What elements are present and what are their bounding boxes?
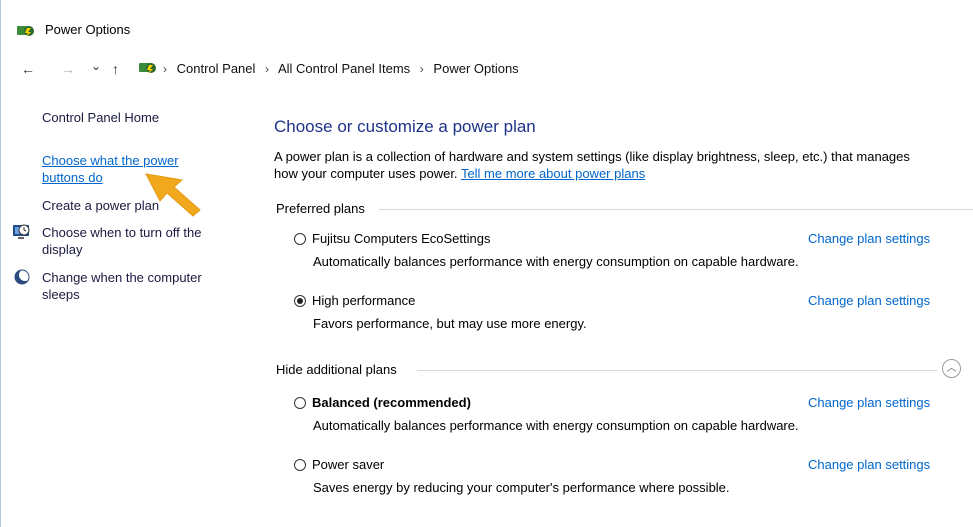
tell-me-more-link[interactable]: Tell me more about power plans xyxy=(461,166,645,181)
change-plan-settings-link[interactable]: Change plan settings xyxy=(808,293,930,308)
breadcrumb-power-options[interactable]: Power Options xyxy=(433,61,518,76)
plan-radio-balanced[interactable] xyxy=(294,397,306,409)
plan-description: Automatically balances performance with … xyxy=(313,254,799,269)
control-panel-icon xyxy=(139,63,156,74)
back-button[interactable]: ← xyxy=(21,61,35,77)
plan-description: Saves energy by reducing your computer's… xyxy=(313,480,730,495)
breadcrumb-separator: › xyxy=(163,62,167,76)
breadcrumb: › Control Panel › All Control Panel Item… xyxy=(163,61,519,76)
change-plan-settings-link[interactable]: Change plan settings xyxy=(808,395,930,410)
power-options-icon xyxy=(17,26,34,37)
breadcrumb-control-panel[interactable]: Control Panel xyxy=(177,61,256,76)
sidebar-item-label: Choose what the power xyxy=(42,153,179,168)
group-divider xyxy=(417,370,937,371)
collapse-button[interactable]: ︿ xyxy=(942,359,961,378)
plan-radio-high-performance[interactable] xyxy=(294,295,306,307)
sidebar-item-label: buttons do xyxy=(42,170,103,185)
title-bar: Power Options xyxy=(0,0,973,52)
main-content: Choose or customize a power plan A power… xyxy=(252,86,973,527)
breadcrumb-separator[interactable]: › xyxy=(420,62,424,76)
group-divider xyxy=(379,209,973,210)
intro-line: A power plan is a collection of hardware… xyxy=(274,149,910,164)
breadcrumb-all-items[interactable]: All Control Panel Items xyxy=(278,61,410,76)
plan-name[interactable]: Balanced (recommended) xyxy=(312,395,471,410)
forward-button[interactable]: → xyxy=(61,61,75,77)
plan-name[interactable]: Power saver xyxy=(312,457,384,472)
plan-radio-power-saver[interactable] xyxy=(294,459,306,471)
moon-icon xyxy=(14,269,31,285)
plan-name[interactable]: High performance xyxy=(312,293,415,308)
change-plan-settings-link[interactable]: Change plan settings xyxy=(808,457,930,472)
intro-line: how your computer uses power. xyxy=(274,166,458,181)
plan-description: Automatically balances performance with … xyxy=(313,418,799,433)
sidebar-item-label: sleeps xyxy=(42,287,80,302)
sidebar-item-label: display xyxy=(42,242,83,257)
preferred-plans-label: Preferred plans xyxy=(276,201,365,216)
sidebar-item-label: Change when the computer xyxy=(42,270,202,285)
sidebar: Control Panel Home Choose what the power… xyxy=(0,86,253,527)
plan-name[interactable]: Fujitsu Computers EcoSettings xyxy=(312,231,490,246)
intro-text: A power plan is a collection of hardware… xyxy=(274,148,973,182)
monitor-clock-icon xyxy=(13,224,30,239)
sidebar-item-sleep[interactable]: Change when the computer sleeps xyxy=(42,269,202,303)
change-plan-settings-link[interactable]: Change plan settings xyxy=(808,231,930,246)
plan-description: Favors performance, but may use more ene… xyxy=(313,316,587,331)
sidebar-item-label: Choose when to turn off the xyxy=(42,225,202,240)
recent-locations-dropdown[interactable]: ⌄ xyxy=(91,58,101,74)
breadcrumb-separator[interactable]: › xyxy=(265,62,269,76)
sidebar-item-display-off[interactable]: Choose when to turn off the display xyxy=(42,224,201,258)
window-title: Power Options xyxy=(45,22,131,37)
page-title: Choose or customize a power plan xyxy=(274,117,536,136)
sidebar-control-panel-home[interactable]: Control Panel Home xyxy=(42,109,159,126)
hide-additional-plans-label[interactable]: Hide additional plans xyxy=(276,362,397,377)
up-button[interactable]: ↑ xyxy=(112,61,119,77)
annotation-arrow-icon xyxy=(145,173,201,217)
plan-radio-fujitsu[interactable] xyxy=(294,233,306,245)
